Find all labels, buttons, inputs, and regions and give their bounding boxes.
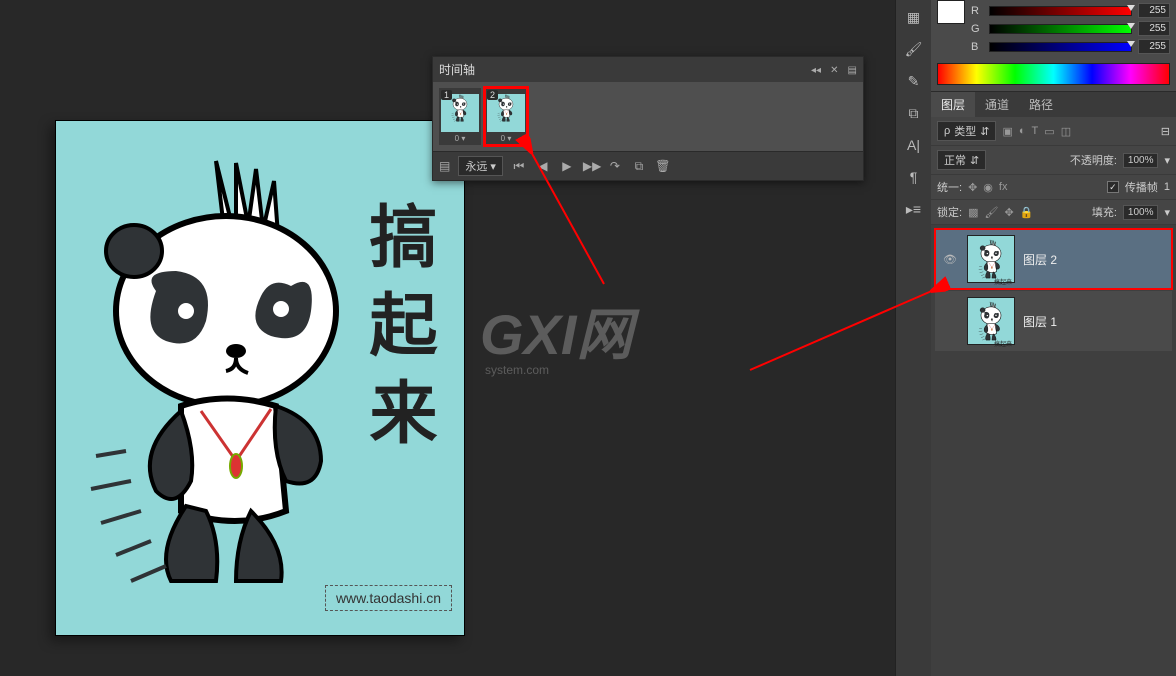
filter-smart-icon[interactable]: ◫ <box>1061 125 1071 138</box>
frame-number: 1 <box>441 90 452 100</box>
slider-value-B[interactable]: 255 <box>1138 39 1170 54</box>
color-spectrum[interactable] <box>937 63 1170 85</box>
unify-visibility-icon[interactable]: ◉ <box>983 181 993 194</box>
panel-tab-1[interactable]: 通道 <box>975 92 1019 117</box>
paragraph-icon[interactable]: ¶ <box>901 164 927 190</box>
layer-thumbnail[interactable]: 搞起来 <box>967 235 1015 283</box>
opacity-value[interactable]: 100% <box>1123 153 1159 168</box>
lock-position-icon[interactable]: ✥ <box>1004 206 1013 219</box>
timeline-toolbar: ▤ 永远▾ ⏮ ◀ ▶ ▶▶ ↷ ⧉ 🗑 <box>433 151 863 180</box>
canvas-url-text[interactable]: www.taodashi.cn <box>325 585 452 611</box>
layer-row-1[interactable]: 搞起来图层 1 <box>935 291 1172 351</box>
next-frame-button[interactable]: ▶▶ <box>583 159 599 173</box>
timeline-title: 时间轴 <box>439 61 475 78</box>
unify-position-icon[interactable]: ✥ <box>968 181 977 194</box>
tween-button[interactable]: ↷ <box>607 159 623 173</box>
timeline-panel[interactable]: 时间轴 ◂◂ ✕ ▤ 10 ▾20 ▾ ▤ 永远▾ ⏮ ◀ ▶ ▶▶ ↷ ⧉ 🗑 <box>432 56 864 181</box>
foreground-swatch[interactable] <box>937 0 965 24</box>
fill-value[interactable]: 100% <box>1123 205 1159 220</box>
propagate-value: 1 <box>1164 181 1170 193</box>
filter-pixel-icon[interactable]: ▣ <box>1002 125 1012 138</box>
filter-shape-icon[interactable]: ▭ <box>1044 125 1054 138</box>
channel-label-B: B <box>971 41 983 53</box>
visibility-toggle[interactable]: 👁 <box>941 253 959 266</box>
timeline-collapse-icon[interactable]: ◂◂ <box>811 65 821 76</box>
play-button[interactable]: ▶ <box>559 159 575 173</box>
watermark: GXI网 system.com <box>480 290 632 377</box>
timeline-menu-icon[interactable]: ▤ <box>848 65 857 76</box>
timeline-frame-1[interactable]: 10 ▾ <box>439 88 481 145</box>
layer-filter-type[interactable]: ρ 类型 ⇵ <box>937 121 996 141</box>
channel-label-R: R <box>971 5 983 17</box>
lock-label: 锁定: <box>937 204 962 220</box>
frame-number: 2 <box>487 90 498 100</box>
layer-name[interactable]: 图层 1 <box>1023 313 1057 330</box>
blend-mode-select[interactable]: 正常 ⇵ <box>937 150 986 170</box>
new-frame-button[interactable]: ⧉ <box>631 159 647 174</box>
slider-value-G[interactable]: 255 <box>1138 21 1170 36</box>
timeline-mode-icon[interactable]: ▤ <box>439 159 450 173</box>
actions-icon[interactable]: ▸≡ <box>901 196 927 222</box>
character-icon[interactable]: A| <box>901 132 927 158</box>
canvas-vertical-text: 搞起来 <box>349 201 444 465</box>
canvas[interactable]: 搞起来 www.taodashi.cn <box>55 120 465 636</box>
right-toolstrip: ▦ 🖌 ✎ ⧉ A| ¶ ▸≡ <box>895 0 931 676</box>
propagate-label: 传播帧 <box>1125 179 1158 195</box>
timeline-frames: 10 ▾20 ▾ <box>433 82 863 151</box>
lock-transparency-icon[interactable]: ▩ <box>968 206 978 219</box>
delete-frame-button[interactable]: 🗑 <box>655 159 671 173</box>
filter-adjust-icon[interactable]: ◐ <box>1019 125 1026 138</box>
panel-tab-0[interactable]: 图层 <box>931 92 975 117</box>
panel-tab-2[interactable]: 路径 <box>1019 92 1063 117</box>
timeline-frame-2[interactable]: 20 ▾ <box>485 88 527 145</box>
layer-list: 👁搞起来图层 2搞起来图层 1 <box>931 225 1176 676</box>
first-frame-button[interactable]: ⏮ <box>511 159 527 174</box>
color-panel: R 255 G 255 B 255 <box>931 0 1176 92</box>
fill-label: 填充: <box>1092 204 1117 220</box>
layers-panel-tabs: 图层通道路径 <box>931 92 1176 117</box>
brushes-icon[interactable]: 🖌 <box>901 36 927 62</box>
layer-name[interactable]: 图层 2 <box>1023 251 1057 268</box>
opacity-label: 不透明度: <box>1070 152 1117 168</box>
timeline-loop-select[interactable]: 永远▾ <box>458 156 503 176</box>
lock-all-icon[interactable]: 🔒 <box>1020 206 1034 219</box>
channel-label-G: G <box>971 23 983 35</box>
slider-value-R[interactable]: 255 <box>1138 3 1170 18</box>
timeline-close-icon[interactable]: ✕ <box>830 65 838 76</box>
slider-B[interactable] <box>989 42 1132 52</box>
swatches-icon[interactable]: ▦ <box>901 4 927 30</box>
layers-panel: 图层通道路径 ρ 类型 ⇵ ▣ ◐ T ▭ ◫ ⊟ 正常 ⇵ 不透明度: 100… <box>931 92 1176 676</box>
layer-row-0[interactable]: 👁 搞起来图层 2 <box>935 229 1172 289</box>
unify-label: 统一: <box>937 179 962 195</box>
brush-preset-icon[interactable]: ✎ <box>901 68 927 94</box>
prev-frame-button[interactable]: ◀ <box>535 159 551 173</box>
lock-pixels-icon[interactable]: 🖌 <box>984 206 998 219</box>
panda-illustration <box>86 151 366 591</box>
layer-thumbnail[interactable]: 搞起来 <box>967 297 1015 345</box>
filter-toggle[interactable]: ⊟ <box>1161 125 1170 138</box>
unify-style-icon[interactable]: fx <box>999 181 1008 194</box>
timeline-header[interactable]: 时间轴 ◂◂ ✕ ▤ <box>433 57 863 82</box>
slider-G[interactable] <box>989 24 1132 34</box>
propagate-checkbox[interactable]: ✓ <box>1107 181 1119 193</box>
slider-R[interactable] <box>989 6 1132 16</box>
clone-source-icon[interactable]: ⧉ <box>901 100 927 126</box>
filter-type-icon[interactable]: T <box>1032 125 1039 138</box>
